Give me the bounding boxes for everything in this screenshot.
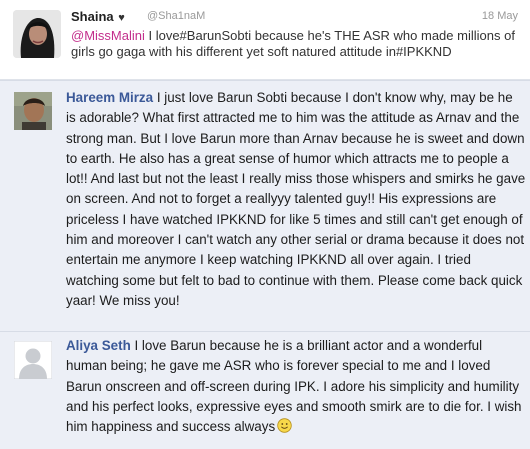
- comment-item: Aliya Seth I love Barun because he is a …: [0, 331, 530, 449]
- screenshot: Shaina ♥ @Sha1naM 18 May @MissMalini I l…: [0, 0, 530, 449]
- smiley-emoticon-icon: [277, 418, 292, 433]
- tweet-mention-link[interactable]: @MissMalini: [71, 28, 145, 43]
- tweet-author-handle[interactable]: @Sha1naM: [147, 10, 205, 22]
- default-user-silhouette-icon[interactable]: [14, 341, 52, 379]
- tweet-text: @MissMalini I love#BarunSobti because he…: [71, 28, 519, 60]
- comment-text: Aliya Seth I love Barun because he is a …: [66, 336, 526, 437]
- comment-text: Hareem Mirza I just love Barun Sobti bec…: [66, 88, 526, 311]
- user-photo-icon[interactable]: [14, 92, 52, 130]
- comment-author-link[interactable]: Hareem Mirza: [66, 90, 153, 105]
- comment-item: Hareem Mirza I just love Barun Sobti bec…: [0, 80, 530, 331]
- tweet-card: Shaina ♥ @Sha1naM 18 May @MissMalini I l…: [0, 0, 530, 80]
- user-photo-icon[interactable]: [13, 10, 61, 58]
- tweet-author-name-text: Shaina: [71, 9, 114, 24]
- comment-body: I love Barun because he is a brilliant a…: [66, 338, 522, 435]
- heart-icon: ♥: [118, 12, 125, 24]
- comment-author-link[interactable]: Aliya Seth: [66, 338, 131, 353]
- comment-body: I just love Barun Sobti because I don't …: [66, 90, 526, 308]
- tweet-date[interactable]: 18 May: [482, 10, 518, 22]
- tweet-author-name[interactable]: Shaina ♥: [71, 9, 125, 24]
